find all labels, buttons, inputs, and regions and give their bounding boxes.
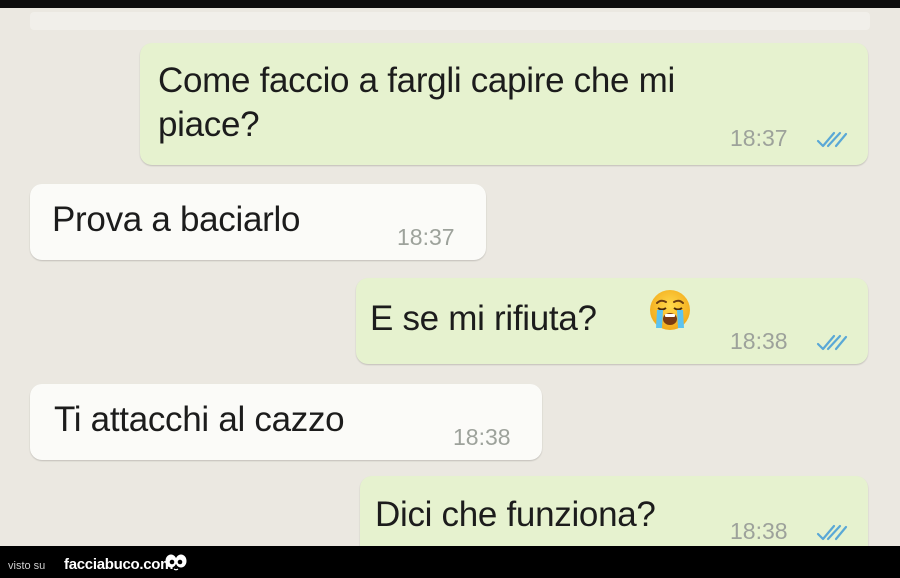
message-time: 18:38 xyxy=(453,424,511,450)
top-strip xyxy=(30,12,870,30)
message-outgoing[interactable]: Come faccio a fargli capire che mi piace… xyxy=(140,43,868,165)
loudly-crying-face-icon xyxy=(650,290,690,330)
message-text-line: Ti attacchi al cazzo xyxy=(54,400,345,439)
message-outgoing[interactable]: Dici che funziona? 18:38 xyxy=(360,476,868,546)
eyes-logo-icon xyxy=(165,554,187,571)
read-ticks-icon xyxy=(816,131,848,148)
message-time: 18:38 xyxy=(730,518,788,544)
read-ticks-icon xyxy=(816,334,848,351)
top-border xyxy=(0,0,900,8)
message-text-line: piace? xyxy=(158,105,260,144)
message-text-line: E se mi rifiuta? xyxy=(370,299,597,338)
watermark-prefix: visto su xyxy=(8,560,46,572)
message-time: 18:38 xyxy=(730,328,788,354)
watermark-site: facciabuco.com xyxy=(64,556,174,573)
message-text-line: Prova a baciarlo xyxy=(52,200,301,239)
message-incoming[interactable]: Ti attacchi al cazzo 18:38 xyxy=(30,384,542,460)
message-text-line: Dici che funziona? xyxy=(375,495,656,534)
message-time: 18:37 xyxy=(730,125,788,151)
message-time: 18:37 xyxy=(397,224,455,250)
read-ticks-icon xyxy=(816,524,848,541)
message-incoming[interactable]: Prova a baciarlo 18:37 xyxy=(30,184,486,260)
watermark-footer: visto su facciabuco.com xyxy=(0,546,900,578)
message-outgoing[interactable]: E se mi rifiuta? 18:38 xyxy=(356,278,868,364)
chat-area: Come faccio a fargli capire che mi piace… xyxy=(0,8,900,546)
message-text-line: Come faccio a fargli capire che mi xyxy=(158,61,675,100)
